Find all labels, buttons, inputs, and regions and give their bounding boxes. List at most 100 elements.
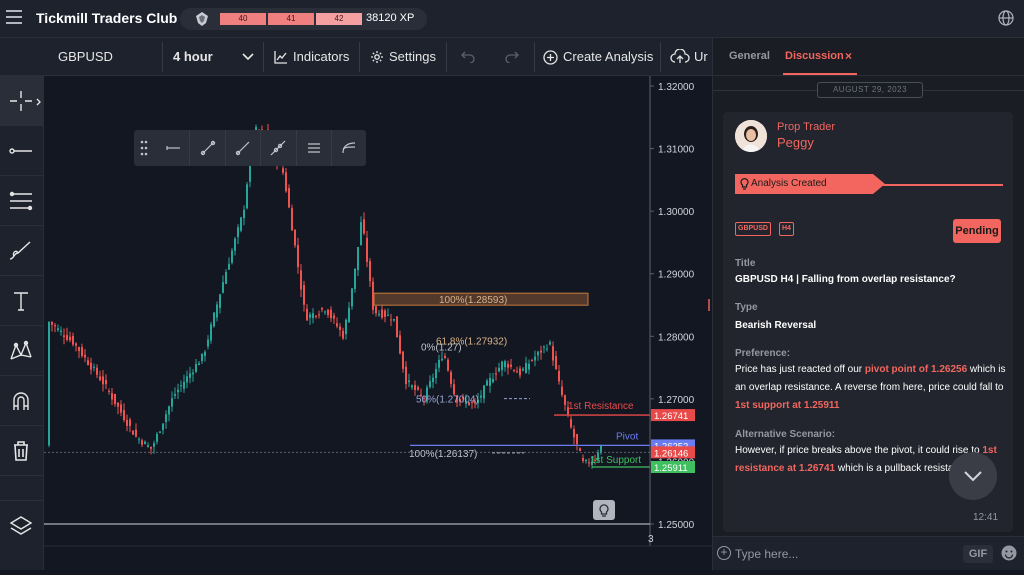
candle-body xyxy=(447,359,449,371)
divider xyxy=(260,130,261,166)
menu-icon[interactable] xyxy=(6,10,22,24)
date-separator: AUGUST 29, 2023 xyxy=(817,82,923,98)
redo-icon[interactable] xyxy=(505,51,519,63)
segment-icon[interactable] xyxy=(199,139,217,157)
symbol-selector[interactable]: GBPUSD xyxy=(58,38,113,76)
create-analysis-button[interactable]: Create Analysis xyxy=(563,38,653,76)
title-value: GBPUSD H4 | Falling from overlap resista… xyxy=(735,274,956,285)
fib-label: 50%(1.27004) xyxy=(416,395,479,406)
top-bar: Tickmill Traders Club 40 41 42 38120 XP xyxy=(0,0,1024,38)
candle-body xyxy=(534,356,536,361)
tab-general[interactable]: General xyxy=(729,50,770,62)
candle-body xyxy=(282,168,284,173)
candle-body xyxy=(408,380,410,383)
candle-body xyxy=(201,353,203,362)
message-input[interactable] xyxy=(735,543,955,565)
interval-selector[interactable]: 4 hour xyxy=(173,38,213,76)
candle-body xyxy=(66,334,68,340)
settings-button[interactable]: Settings xyxy=(389,38,436,76)
level-label: 1st Resistance xyxy=(568,401,634,412)
candle-body xyxy=(543,346,545,348)
active-tab-indicator xyxy=(783,73,857,75)
ray-icon[interactable] xyxy=(234,139,252,157)
gif-button[interactable]: GIF xyxy=(963,545,993,563)
trend-line-tool[interactable] xyxy=(0,126,44,176)
candle-body xyxy=(96,367,98,375)
pattern-tool[interactable] xyxy=(0,326,44,376)
candle-body xyxy=(528,363,530,370)
status-badge: Pending xyxy=(953,219,1001,243)
candle-body xyxy=(87,360,89,365)
price-chart[interactable]: 100%(1.28593) 61.8%(1.27932) 0%(1.27) 50%(1… xyxy=(44,76,712,570)
emoji-icon[interactable] xyxy=(1001,545,1017,561)
candle-body xyxy=(516,371,518,373)
candle-body xyxy=(579,448,581,451)
undo-icon[interactable] xyxy=(461,51,475,63)
candle-body xyxy=(564,395,566,405)
candle-body xyxy=(330,309,332,319)
add-attachment-icon[interactable]: + xyxy=(717,546,731,560)
brush-tool[interactable] xyxy=(0,226,44,276)
candle-body xyxy=(342,330,344,339)
candle-body xyxy=(402,351,404,369)
delete-tool[interactable] xyxy=(0,426,44,476)
candle-body xyxy=(573,428,575,438)
candle-body xyxy=(510,364,512,367)
candle-body xyxy=(405,366,407,385)
gear-icon[interactable] xyxy=(370,50,384,64)
crosshair-icon xyxy=(10,91,32,111)
candle-body xyxy=(399,335,401,354)
curve-icon[interactable] xyxy=(340,139,358,157)
candle-body xyxy=(99,376,101,381)
upload-button[interactable]: Ur xyxy=(694,38,712,76)
candle-body xyxy=(156,433,158,442)
magnet-tool[interactable] xyxy=(0,376,44,426)
chevron-down-icon[interactable] xyxy=(242,53,254,61)
preference-text: Price has just reacted off our pivot poi… xyxy=(735,364,1006,411)
banner-label: Analysis Created xyxy=(751,178,827,189)
chevron-right-icon[interactable] xyxy=(36,98,42,106)
trash-icon xyxy=(14,441,28,461)
indicators-button[interactable]: Indicators xyxy=(293,38,349,76)
tab-discussion[interactable]: Discussion xyxy=(785,50,844,62)
candle-body xyxy=(381,309,383,318)
candle-body xyxy=(132,430,134,435)
layers-tool[interactable] xyxy=(0,500,44,550)
plus-circle-icon[interactable] xyxy=(543,50,558,65)
candle-body xyxy=(501,361,503,371)
text-tool[interactable] xyxy=(0,276,44,326)
candle-body xyxy=(198,363,200,366)
lightbulb-icon xyxy=(740,178,749,190)
candle-body xyxy=(453,384,455,395)
candle-body xyxy=(438,359,440,368)
user-name[interactable]: Peggy xyxy=(777,135,814,150)
drag-handle-icon[interactable] xyxy=(140,140,148,156)
candle-body xyxy=(522,368,524,371)
candle-body xyxy=(222,282,224,293)
candle-body xyxy=(51,321,53,325)
cloud-upload-icon[interactable] xyxy=(670,49,690,65)
candle-body xyxy=(126,419,128,426)
candle-body xyxy=(576,434,578,445)
candle-body xyxy=(219,294,221,308)
title-label: Title xyxy=(735,258,756,269)
analysis-marker[interactable] xyxy=(593,500,615,520)
globe-icon[interactable] xyxy=(998,10,1014,26)
scroll-down-button[interactable] xyxy=(949,452,997,500)
indicators-icon[interactable] xyxy=(274,50,288,64)
extended-line-icon[interactable] xyxy=(269,139,287,157)
crosshair-tool[interactable] xyxy=(0,76,44,126)
candle-body xyxy=(585,459,587,462)
candle-body xyxy=(183,381,185,389)
candle-body xyxy=(315,315,317,317)
fib-tool[interactable] xyxy=(0,176,44,226)
horizontal-ray-icon[interactable] xyxy=(164,139,182,157)
candle-body xyxy=(354,268,356,289)
parallel-channel-icon[interactable] xyxy=(305,139,323,157)
candle-body xyxy=(291,208,293,231)
candle-body xyxy=(480,395,482,398)
candle-body xyxy=(513,370,515,372)
divider xyxy=(883,184,1003,186)
candle-body xyxy=(366,237,368,262)
close-icon[interactable]: × xyxy=(845,49,852,63)
